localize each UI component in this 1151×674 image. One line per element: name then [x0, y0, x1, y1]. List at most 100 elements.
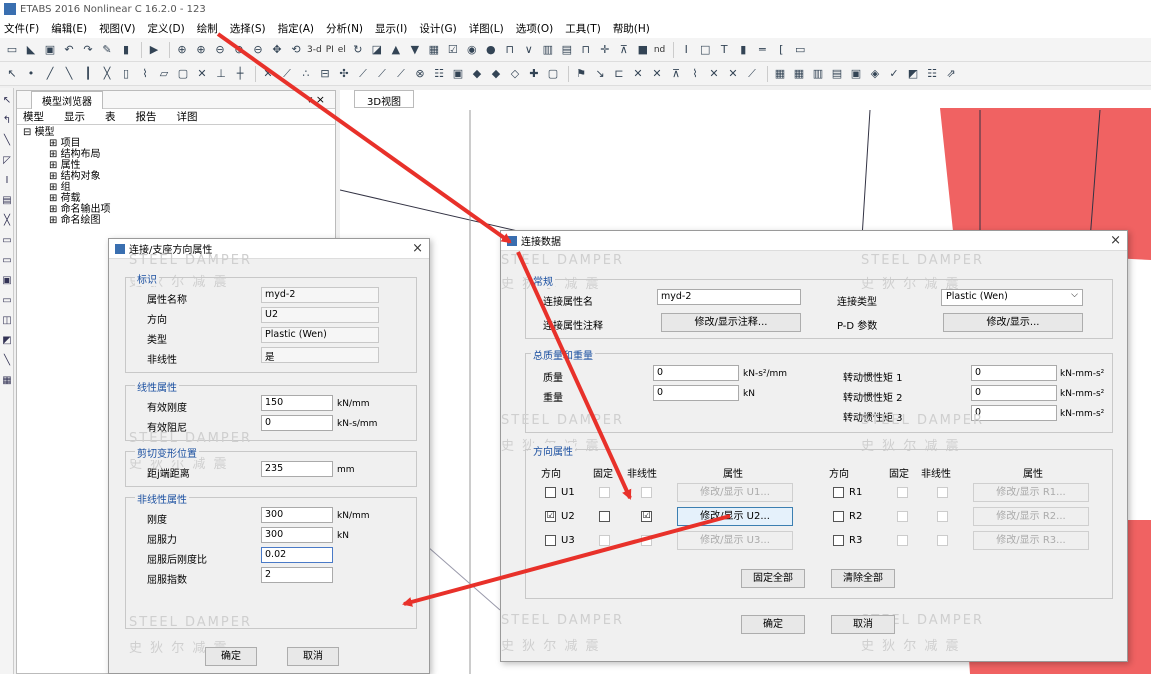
u3-nonlinear-checkbox[interactable] [641, 535, 652, 546]
section-cut-icon[interactable]: ⊗ [412, 66, 428, 82]
section-icon[interactable]: ⊓ [578, 42, 594, 58]
lock-icon[interactable]: ▮ [118, 42, 134, 58]
snap-end-icon[interactable]: ⟋ [279, 66, 295, 82]
rot2-input[interactable]: 0 [971, 385, 1057, 401]
mass-input[interactable]: 0 [653, 365, 739, 381]
box-dropdown-icon[interactable]: □ [697, 42, 713, 58]
menu-detailing[interactable]: 详图(L) [469, 21, 504, 36]
reshape-icon[interactable]: ↰ [1, 114, 13, 128]
forces-icon[interactable]: ▤ [829, 66, 845, 82]
menu-help[interactable]: 帮助(H) [613, 21, 650, 36]
diaphragm-icon[interactable]: ✕ [706, 66, 722, 82]
undo-icon[interactable]: ↶ [61, 42, 77, 58]
cross-icon[interactable]: ✕ [630, 66, 646, 82]
box-icon[interactable]: ■ [635, 42, 651, 58]
r1-checkbox[interactable] [833, 487, 844, 498]
menu-file[interactable]: 文件(F) [4, 21, 39, 36]
post-yield-input[interactable]: 0.02 [261, 547, 333, 563]
snap-line-icon[interactable]: ⟋ [355, 66, 371, 82]
menu-options[interactable]: 选项(O) [516, 21, 553, 36]
pencil-icon[interactable]: ✎ [99, 42, 115, 58]
u2-nonlinear-checkbox[interactable]: ☑ [641, 511, 652, 522]
close-icon[interactable]: × [412, 241, 423, 256]
tree-item[interactable]: ⊞ 结构布局 [23, 149, 335, 160]
u1-nonlinear-checkbox[interactable] [641, 487, 652, 498]
load-icon[interactable]: ↘ [592, 66, 608, 82]
tree-item[interactable]: ⊞ 荷载 [23, 193, 335, 204]
snap-par-icon[interactable]: ⟋ [374, 66, 390, 82]
rect-icon[interactable]: ▢ [545, 66, 561, 82]
pan-icon[interactable]: ✥ [269, 42, 285, 58]
check-icon[interactable]: ✓ [886, 66, 902, 82]
diag-icon[interactable]: ◸ [1, 154, 13, 168]
view-elev-button[interactable]: el [338, 45, 346, 55]
tee-icon[interactable]: T [716, 42, 732, 58]
nd-button[interactable]: nd [654, 45, 665, 55]
brace-icon[interactable]: ═ [754, 42, 770, 58]
u2-checkbox[interactable]: ☑ [545, 511, 556, 522]
r1-fixed-checkbox[interactable] [897, 487, 908, 498]
open-file-icon[interactable]: ◣ [23, 42, 39, 58]
beam-draw-icon[interactable]: ▤ [1, 194, 13, 208]
snap-icon[interactable]: ✕ [260, 66, 276, 82]
rot3-input[interactable]: 0 [971, 405, 1057, 421]
draw-wall-icon[interactable]: ▯ [118, 66, 134, 82]
zoom-fit-icon[interactable]: ⊕ [231, 42, 247, 58]
brace-draw-icon[interactable]: ╳ [1, 214, 13, 228]
rot1-input[interactable]: 0 [971, 365, 1057, 381]
fix-all-button[interactable]: 固定全部 [741, 569, 805, 588]
view-opt-icon[interactable]: ◪ [369, 42, 385, 58]
link-icon[interactable]: ∨ [521, 42, 537, 58]
tree-item[interactable]: ⊞ 命名输出项 [23, 204, 335, 215]
tab-details[interactable]: 详图 [177, 109, 198, 124]
release-icon[interactable]: ⊏ [611, 66, 627, 82]
tree-item[interactable]: ⊞ 结构对象 [23, 171, 335, 182]
ok-button[interactable]: 确定 [741, 615, 805, 634]
u2-fixed-checkbox[interactable] [599, 511, 610, 522]
menu-design[interactable]: 设计(G) [419, 21, 456, 36]
down-icon[interactable]: ▼ [407, 42, 423, 58]
draw-area-icon[interactable]: ▢ [175, 66, 191, 82]
draw-grid-icon[interactable]: ┼ [232, 66, 248, 82]
pin-close-icon[interactable]: ▾ × [307, 93, 325, 106]
tree-root[interactable]: ⊟ 模型 [23, 127, 335, 138]
draw-opening-icon[interactable]: ✕ [194, 66, 210, 82]
zoom-out-icon[interactable]: ⊖ [212, 42, 228, 58]
close-icon[interactable]: × [1110, 233, 1121, 248]
menu-edit[interactable]: 编辑(E) [51, 21, 87, 36]
run-icon[interactable]: ▶ [146, 42, 162, 58]
bar-icon[interactable]: ▤ [559, 42, 575, 58]
r3-modify-button[interactable]: 修改/显示 R3... [973, 531, 1089, 550]
pier-icon[interactable]: ✕ [725, 66, 741, 82]
zoom-prev-icon[interactable]: ⊖ [250, 42, 266, 58]
tab-reports[interactable]: 报告 [136, 109, 157, 124]
report-icon[interactable]: ◩ [905, 66, 921, 82]
output2-icon[interactable]: ▦ [791, 66, 807, 82]
i-beam-icon[interactable]: I [678, 42, 694, 58]
snap-perp-icon[interactable]: ✣ [336, 66, 352, 82]
stress-icon[interactable]: ▣ [848, 66, 864, 82]
select-pointer-icon[interactable]: ↖ [4, 66, 20, 82]
opening-draw-icon[interactable]: ▭ [1, 294, 13, 308]
menu-tools[interactable]: 工具(T) [565, 21, 601, 36]
channel-icon[interactable]: [ [773, 42, 789, 58]
wall-draw-icon[interactable]: ▭ [1, 234, 13, 248]
spring-icon[interactable]: ⌇ [687, 66, 703, 82]
view-plan-button[interactable]: PI [326, 45, 334, 55]
draw-column-icon[interactable]: ┃ [80, 66, 96, 82]
grid-draw-icon[interactable]: ▦ [1, 374, 13, 388]
shapes2-icon[interactable]: ◆ [488, 66, 504, 82]
support-icon[interactable]: ⊼ [668, 66, 684, 82]
save-icon[interactable]: ▣ [42, 42, 58, 58]
poly-icon[interactable]: ◇ [507, 66, 523, 82]
u2-modify-button[interactable]: 修改/显示 U2... [677, 507, 793, 526]
u1-modify-button[interactable]: 修改/显示 U1... [677, 483, 793, 502]
tab-display[interactable]: 显示 [64, 109, 85, 124]
new-file-icon[interactable]: ▭ [4, 42, 20, 58]
weight-input[interactable]: 0 [653, 385, 739, 401]
tab-tables[interactable]: 表 [105, 109, 116, 124]
table2-icon[interactable]: ☷ [924, 66, 940, 82]
menu-display[interactable]: 显示(I) [375, 21, 407, 36]
draw-slab-icon[interactable]: ▱ [156, 66, 172, 82]
grid-icon[interactable]: ▦ [426, 42, 442, 58]
